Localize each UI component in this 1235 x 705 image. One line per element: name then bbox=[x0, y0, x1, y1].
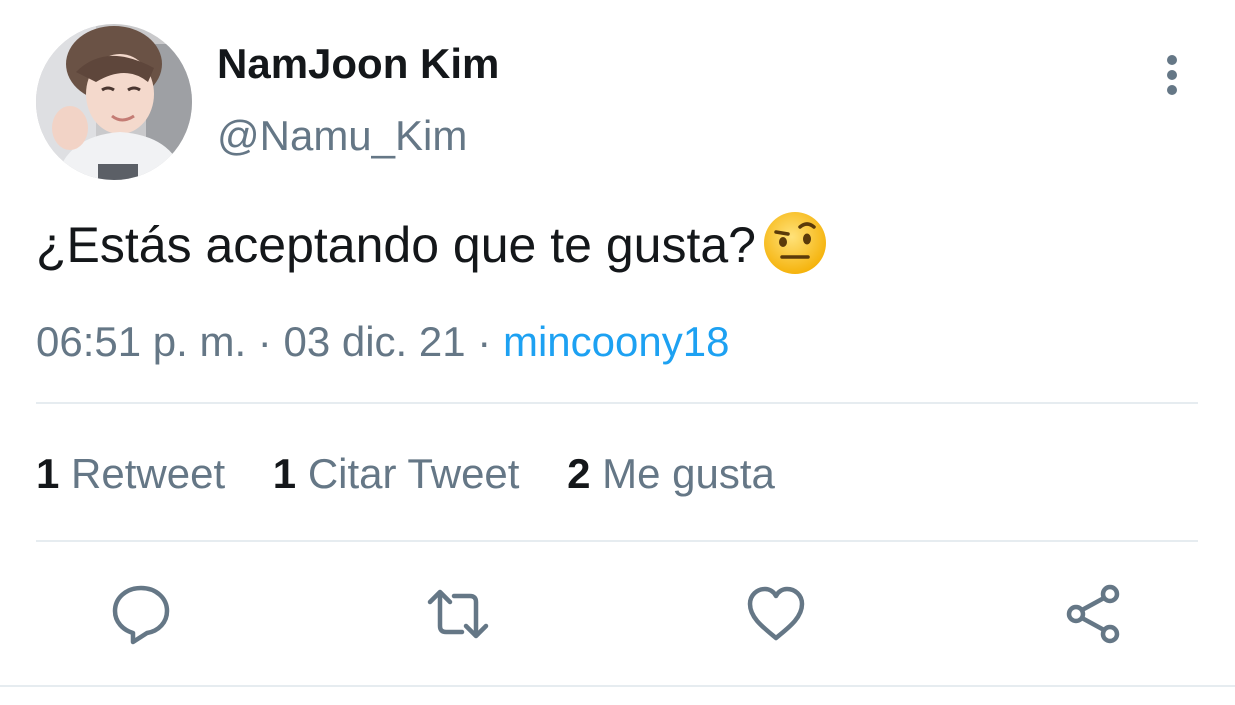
retweets-stat[interactable]: 1 Retweet bbox=[36, 446, 225, 502]
meta-separator: · bbox=[477, 318, 492, 365]
meta-separator: · bbox=[257, 318, 272, 365]
tweet-stats: 1 Retweet 1 Citar Tweet 2 Me gusta bbox=[36, 446, 811, 502]
retweet-icon bbox=[427, 589, 489, 639]
tweet-text: ¿Estás aceptando que te gusta? bbox=[36, 210, 828, 277]
reply-button[interactable] bbox=[109, 582, 173, 646]
avatar[interactable] bbox=[36, 24, 192, 180]
tweet-date[interactable]: 03 dic. 21 bbox=[283, 318, 465, 365]
tweet-meta: 06:51 p. m. · 03 dic. 21 · mincoony18 bbox=[36, 316, 729, 368]
author-handle[interactable]: @Namu_Kim bbox=[217, 111, 467, 161]
retweet-button[interactable] bbox=[426, 582, 490, 646]
bottom-divider bbox=[0, 685, 1235, 687]
retweet-count: 1 bbox=[36, 450, 60, 497]
avatar-photo bbox=[36, 24, 192, 180]
retweet-label: Retweet bbox=[71, 450, 226, 497]
quote-tweets-stat[interactable]: 1 Citar Tweet bbox=[273, 446, 520, 502]
divider bbox=[36, 402, 1198, 404]
more-options-button[interactable] bbox=[1150, 50, 1194, 100]
like-count: 2 bbox=[567, 450, 591, 497]
heart-icon bbox=[747, 586, 805, 641]
raised-eyebrow-emoji-icon bbox=[762, 210, 828, 276]
share-icon bbox=[1066, 584, 1120, 644]
more-vertical-icon bbox=[1167, 55, 1177, 95]
quote-label: Citar Tweet bbox=[307, 450, 520, 497]
author-display-name[interactable]: NamJoon Kim bbox=[217, 39, 499, 89]
share-button[interactable] bbox=[1062, 582, 1126, 646]
tweet-time[interactable]: 06:51 p. m. bbox=[36, 318, 246, 365]
reply-icon bbox=[112, 585, 170, 645]
tweet-via-link[interactable]: mincoony18 bbox=[503, 318, 729, 365]
likes-stat[interactable]: 2 Me gusta bbox=[567, 446, 775, 502]
tweet-detail: NamJoon Kim @Namu_Kim ¿Estás aceptando q… bbox=[0, 0, 1235, 705]
tweet-text-content: ¿Estás aceptando que te gusta? bbox=[36, 217, 756, 273]
like-label: Me gusta bbox=[602, 450, 775, 497]
divider bbox=[36, 540, 1198, 542]
quote-count: 1 bbox=[272, 450, 297, 497]
like-button[interactable] bbox=[744, 582, 808, 646]
